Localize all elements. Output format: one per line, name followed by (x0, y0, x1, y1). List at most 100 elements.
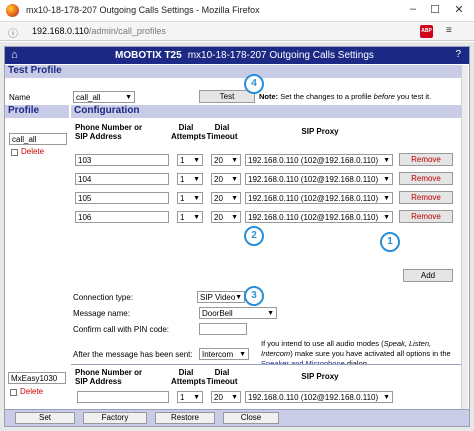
proxy-select-value: 192.168.0.110 (102@192.168.0.110) (248, 194, 379, 203)
remove-button[interactable]: Remove (399, 210, 453, 223)
remote-note-end: dialog. (411, 384, 436, 393)
col-phone-header: Phone Number or SIP Address (75, 123, 143, 141)
maximize-icon[interactable]: ☐ (428, 3, 442, 16)
remove-button[interactable]: Remove (399, 172, 453, 185)
chevron-down-icon: ▼ (383, 195, 390, 202)
after-message-value: Intercom (202, 350, 234, 359)
factory-button[interactable]: Factory (83, 412, 147, 424)
speaker-microphone-link[interactable]: Speaker and Microphone (261, 359, 345, 368)
timeout-select[interactable]: 20 ▼ (211, 192, 241, 204)
chevron-down-icon: ▼ (193, 214, 200, 221)
delete-checkbox[interactable] (11, 149, 18, 156)
attempts-select[interactable]: 1 ▼ (177, 211, 203, 223)
chevron-down-icon: ▼ (231, 195, 238, 202)
remove-button[interactable]: Remove (399, 153, 453, 166)
restore-button[interactable]: Restore (155, 412, 215, 424)
chevron-down-icon: ▼ (193, 195, 200, 202)
window-title: mx10-18-178-207 Outgoing Calls Settings … (26, 5, 260, 15)
camera-remote-value: On (202, 379, 213, 388)
proxy-select[interactable]: 192.168.0.110 (102@192.168.0.110) ▼ (245, 154, 393, 166)
phone-input[interactable] (75, 154, 169, 166)
help-icon[interactable]: ? (455, 49, 461, 60)
minimize-icon[interactable]: – (406, 3, 420, 15)
proxy-select[interactable]: 192.168.0.110 (102@192.168.0.110) ▼ (245, 173, 393, 185)
hangup-select[interactable]: 1 minute ▼ (199, 395, 255, 407)
attempts-select-value: 1 (180, 156, 185, 165)
set-button[interactable]: Set (15, 412, 75, 424)
after-message-select[interactable]: Intercom ▼ (199, 348, 249, 360)
brand-label: MOBOTIX T25 (115, 50, 182, 61)
phone-input[interactable] (75, 211, 169, 223)
chevron-down-icon: ▼ (383, 176, 390, 183)
camera-remote-select[interactable]: On ▼ (199, 377, 241, 389)
col-proxy-header: SIP Proxy (301, 127, 339, 136)
url-text[interactable]: 192.168.0.110/admin/call_profiles (32, 26, 166, 36)
remove-button[interactable]: Remove (399, 191, 453, 204)
info-icon[interactable]: ⓘ (8, 25, 18, 40)
test-profile-select[interactable]: call_all ▼ (73, 91, 135, 103)
header-title: MOBOTIX T25 mx10-18-178-207 Outgoing Call… (115, 50, 374, 61)
dialog-frame: ⌂ MOBOTIX T25 mx10-18-178-207 Outgoing Ca… (4, 46, 470, 427)
attempts-select-value: 1 (180, 194, 185, 203)
chevron-down-icon: ▼ (193, 157, 200, 164)
confirm-pin-input[interactable] (199, 323, 247, 335)
dialog-header: ⌂ MOBOTIX T25 mx10-18-178-207 Outgoing Ca… (5, 47, 469, 64)
attempts-select[interactable]: 1 ▼ (177, 173, 203, 185)
audio-note-pre: If you intend to use all audio modes ( (261, 339, 384, 348)
hangup-label: Hangup after: (73, 397, 122, 406)
chevron-down-icon: ▼ (245, 398, 252, 405)
dialog-footer: Set Factory Restore Close (5, 409, 469, 426)
add-button[interactable]: Add (403, 269, 453, 282)
close-window-icon[interactable]: ✕ (452, 3, 466, 16)
proxy-select[interactable]: 192.168.0.110 (102@192.168.0.110) ▼ (245, 211, 393, 223)
test-profile-value: call_all (76, 93, 101, 102)
chevron-down-icon: ▼ (235, 294, 242, 301)
timeout-select-value: 20 (214, 175, 223, 184)
scrollbar[interactable] (461, 65, 468, 410)
chevron-down-icon: ▼ (231, 380, 238, 387)
attempts-select-value: 1 (180, 175, 185, 184)
col-timeout-header: Dial Timeout (206, 123, 238, 141)
attempts-select-value: 1 (180, 213, 185, 222)
attempts-select[interactable]: 1 ▼ (177, 192, 203, 204)
profile-2-name-input[interactable] (8, 372, 66, 384)
section-configuration: Configuration (71, 105, 461, 118)
adblock-icon[interactable]: ABP (420, 25, 433, 38)
timeout-select[interactable]: 20 ▼ (211, 173, 241, 185)
home-icon[interactable]: ⌂ (11, 49, 18, 61)
timeout-select[interactable]: 20 ▼ (211, 154, 241, 166)
incoming-calls-link[interactable]: Incoming Calls Settings (333, 384, 411, 393)
chevron-down-icon: ▼ (383, 214, 390, 221)
test-note-tail: you test it. (394, 92, 432, 101)
col-attempts-header: Dial Attempts (171, 123, 206, 141)
callout-1: 1 (380, 232, 400, 252)
profile-name-input[interactable] (9, 133, 67, 145)
menu-icon[interactable]: ≡ (446, 25, 452, 36)
hangup-value: 1 minute (202, 397, 233, 406)
section-test-profile: Test Profile (5, 65, 461, 78)
address-bar[interactable]: ⓘ 192.168.0.110/admin/call_profiles ABP … (0, 22, 474, 41)
phone-input[interactable] (75, 173, 169, 185)
chevron-down-icon: ▼ (239, 351, 246, 358)
message-name-value: DoorBell (202, 309, 233, 318)
callout-2: 2 (244, 226, 264, 246)
window-titlebar: mx10-18-178-207 Outgoing Calls Settings … (0, 0, 474, 22)
timeout-select-value: 20 (214, 194, 223, 203)
connection-type-value: SIP Video (200, 293, 236, 302)
message-name-select[interactable]: DoorBell ▼ (199, 307, 277, 319)
chevron-down-icon: ▼ (125, 94, 132, 101)
confirm-pin-label: Confirm call with PIN code: (73, 325, 170, 334)
chevron-down-icon: ▼ (267, 310, 274, 317)
test-note-bold: Note: (259, 92, 279, 101)
attempts-select[interactable]: 1 ▼ (177, 154, 203, 166)
remote-note: Note: configure the remote control param… (261, 374, 461, 394)
test-button[interactable]: Test (199, 90, 255, 103)
test-note: Note: Set the changes to a profile befor… (259, 92, 469, 102)
timeout-select-value: 20 (214, 213, 223, 222)
close-button[interactable]: Close (223, 412, 279, 424)
timeout-select[interactable]: 20 ▼ (211, 211, 241, 223)
section-profile: Profile (5, 105, 69, 118)
phone-input[interactable] (75, 192, 169, 204)
connection-type-select[interactable]: SIP Video ▼ (197, 291, 245, 303)
proxy-select[interactable]: 192.168.0.110 (102@192.168.0.110) ▼ (245, 192, 393, 204)
